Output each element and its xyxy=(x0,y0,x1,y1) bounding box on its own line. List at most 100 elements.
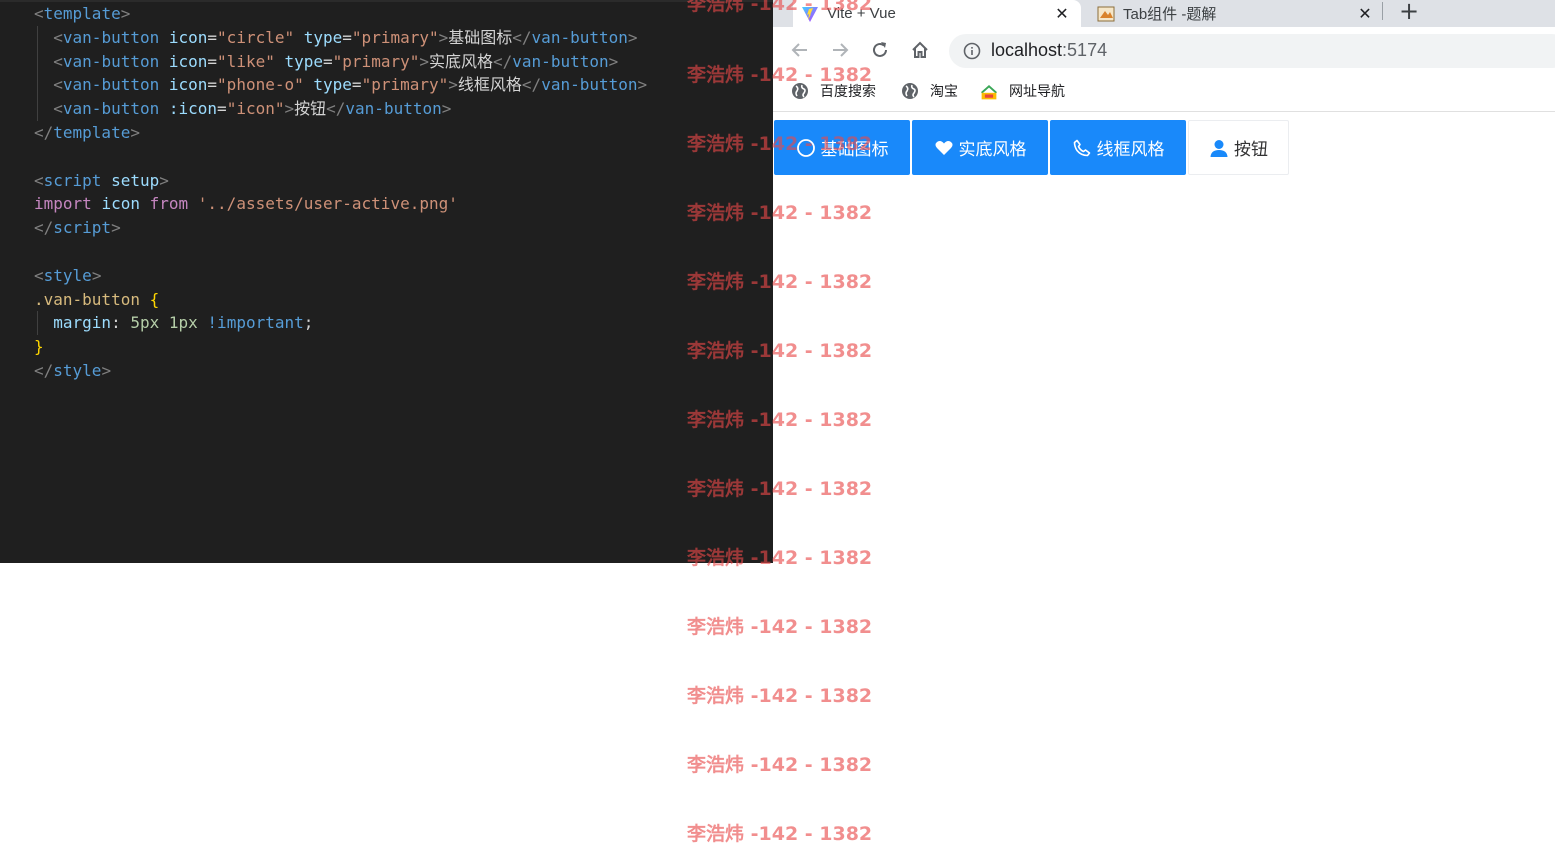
code-token: = xyxy=(342,27,352,47)
new-tab-button[interactable]: + xyxy=(1399,0,1419,25)
code-token: > xyxy=(627,27,638,47)
tab-favicon-icon xyxy=(1097,5,1115,23)
reload-icon[interactable] xyxy=(869,39,891,61)
address-bar[interactable]: localhost:5174 xyxy=(949,34,1555,68)
code-token: </ xyxy=(34,360,54,380)
code-token: > xyxy=(419,51,429,71)
bookmark-nav[interactable]: 网址导航 xyxy=(980,81,1065,101)
code-token: < xyxy=(34,170,44,190)
code-editor[interactable]: <template> <van-button icon="circle" typ… xyxy=(0,0,773,563)
globe-icon xyxy=(901,82,919,100)
browser-window: Vite + Vue ✕ Tab组件 -题解 ✕ + localhost:517… xyxy=(773,0,1555,864)
code-token: ; xyxy=(303,313,314,333)
code-token: </ xyxy=(34,218,54,238)
bookmark-taobao[interactable]: 淘宝 xyxy=(901,81,958,101)
home-icon[interactable] xyxy=(909,39,931,61)
outline-style-button[interactable]: 线框风格 xyxy=(1050,120,1186,175)
code-token: style xyxy=(53,360,102,380)
code-token: > xyxy=(101,360,112,380)
solid-style-button[interactable]: 实底风格 xyxy=(912,120,1048,175)
phone-icon xyxy=(1072,138,1092,158)
code-token: 基础图标 xyxy=(448,27,513,47)
code-token: "circle" xyxy=(217,27,295,47)
code-line: } xyxy=(34,335,647,359)
code-token: = xyxy=(207,51,218,71)
code-token: template xyxy=(53,122,131,142)
button-label: 按钮 xyxy=(1234,140,1268,160)
code-line: <template> xyxy=(34,2,647,26)
code-token: van-button xyxy=(62,51,160,71)
code-token: type xyxy=(313,75,352,95)
code-token: "like" xyxy=(217,51,275,71)
2345-icon xyxy=(980,82,998,100)
code-token: import xyxy=(34,194,92,214)
page-content: 基础图标 实底风格 线框风格 按钮 xyxy=(773,112,1555,864)
code-token: icon xyxy=(168,51,208,71)
code-token: icon xyxy=(168,75,208,95)
code-token: van-button xyxy=(62,99,160,119)
tab-close-icon[interactable]: ✕ xyxy=(1356,4,1374,23)
code-token: template xyxy=(43,4,121,23)
code-token: > xyxy=(448,75,458,95)
custom-icon-button[interactable]: 按钮 xyxy=(1188,120,1289,175)
forward-icon[interactable] xyxy=(829,39,851,61)
code-token: type xyxy=(303,27,343,47)
code-token: van-button xyxy=(541,75,638,95)
code-token: </ xyxy=(521,75,542,95)
code-line: <script setup> xyxy=(34,169,647,193)
code-token: > xyxy=(284,99,295,119)
code-token: = xyxy=(207,27,218,47)
tab-tab-component[interactable]: Tab组件 -题解 ✕ xyxy=(1089,0,1384,27)
tab-close-icon[interactable]: ✕ xyxy=(1053,4,1071,23)
code-token: "primary" xyxy=(361,75,449,95)
code-token: setup xyxy=(111,170,160,190)
tab-vite-vue[interactable]: Vite + Vue ✕ xyxy=(793,0,1081,27)
code-line: <style> xyxy=(34,264,647,288)
code-token: van-button xyxy=(62,75,160,95)
like-icon xyxy=(934,138,954,158)
code-token: from xyxy=(149,194,189,214)
code-token: script xyxy=(43,170,102,190)
basic-icon-button[interactable]: 基础图标 xyxy=(774,120,910,175)
bookmark-baidu[interactable]: 百度搜索 xyxy=(791,81,876,101)
bookmarks-bar: 百度搜索 淘宝 网址导航 xyxy=(773,73,1555,112)
code-token: 5px xyxy=(130,313,160,333)
code-line: import icon from '../assets/user-active.… xyxy=(34,192,647,216)
code-token: type xyxy=(284,51,324,71)
code-token: van-button xyxy=(512,51,609,71)
url-text[interactable]: localhost:5174 xyxy=(991,40,1107,61)
code-token: 按钮 xyxy=(294,99,327,119)
code-token: < xyxy=(53,99,63,119)
code-token: = xyxy=(351,75,362,95)
code-token: > xyxy=(441,99,452,119)
code-token: > xyxy=(608,51,619,71)
code-token: van-button xyxy=(62,27,160,47)
code-token: </ xyxy=(512,27,532,47)
url-port: :5174 xyxy=(1062,40,1108,60)
code-token: "phone-o" xyxy=(217,75,304,95)
tab-separator xyxy=(1382,2,1383,20)
globe-icon xyxy=(791,82,809,100)
bookmark-label: 网址导航 xyxy=(1009,83,1065,99)
code-content[interactable]: <template> <van-button icon="circle" typ… xyxy=(34,2,647,383)
code-token: icon xyxy=(168,27,208,47)
code-token: > xyxy=(438,27,449,47)
bookmark-label: 百度搜索 xyxy=(820,83,876,99)
code-token: 线框风格 xyxy=(457,75,522,95)
code-token: van-button xyxy=(531,27,628,47)
site-info-icon[interactable] xyxy=(963,42,981,60)
back-icon[interactable] xyxy=(789,39,811,61)
code-token: = xyxy=(207,75,218,95)
code-token: > xyxy=(120,4,131,23)
code-token: < xyxy=(53,27,63,47)
